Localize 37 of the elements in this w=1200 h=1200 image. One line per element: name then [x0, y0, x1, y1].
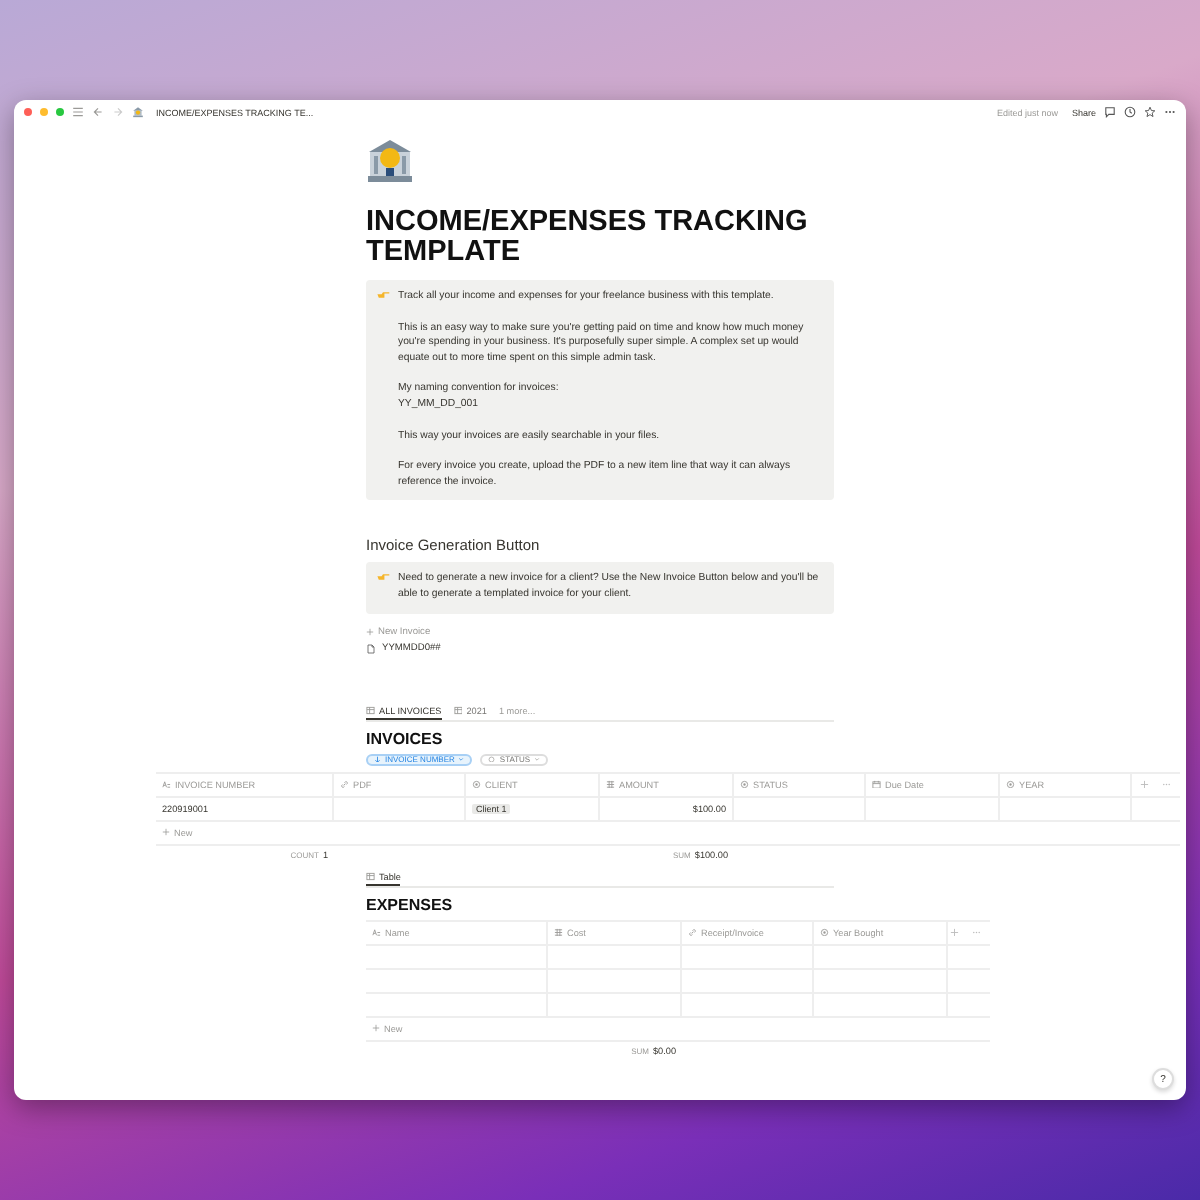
text-icon — [372, 927, 381, 937]
table-icon — [366, 872, 375, 882]
grid-icon — [554, 927, 563, 937]
document-icon — [366, 643, 376, 654]
sort-arrow-icon — [374, 755, 381, 763]
calendar-icon — [872, 779, 881, 789]
link-icon — [688, 927, 697, 937]
bank-icon — [132, 106, 144, 118]
star-icon[interactable] — [1144, 106, 1156, 118]
table-icon — [366, 706, 375, 716]
sidebar-icon[interactable] — [72, 106, 84, 118]
chevron-down-icon — [534, 756, 541, 763]
page-heading: INCOME/EXPENSES TRACKING TEMPLATE — [366, 208, 810, 268]
circle-icon — [820, 927, 829, 937]
circle-icon — [488, 755, 496, 763]
table-title: INVOICES — [366, 729, 445, 748]
comment-icon[interactable] — [1104, 106, 1116, 118]
plus-icon — [366, 628, 374, 637]
circle-icon — [1006, 779, 1015, 789]
plus-icon[interactable] — [950, 927, 959, 937]
plus-icon — [372, 1024, 380, 1033]
circle-icon — [472, 779, 481, 789]
table-icon — [453, 706, 463, 716]
link-icon — [340, 779, 349, 789]
plus-icon — [162, 828, 170, 837]
circle-icon — [740, 779, 749, 789]
pointing-hand-icon — [376, 290, 390, 300]
plus-icon[interactable] — [1140, 779, 1149, 789]
bank-icon — [366, 136, 414, 184]
pointing-hand-icon — [376, 572, 390, 583]
table-title: EXPENSES — [366, 895, 455, 914]
chevron-down-icon — [458, 756, 465, 763]
back-arrow-icon[interactable] — [92, 106, 104, 118]
grid-icon — [606, 779, 615, 789]
text-icon — [162, 779, 171, 789]
clock-icon[interactable] — [1124, 106, 1136, 118]
forward-arrow-icon[interactable] — [112, 106, 124, 118]
